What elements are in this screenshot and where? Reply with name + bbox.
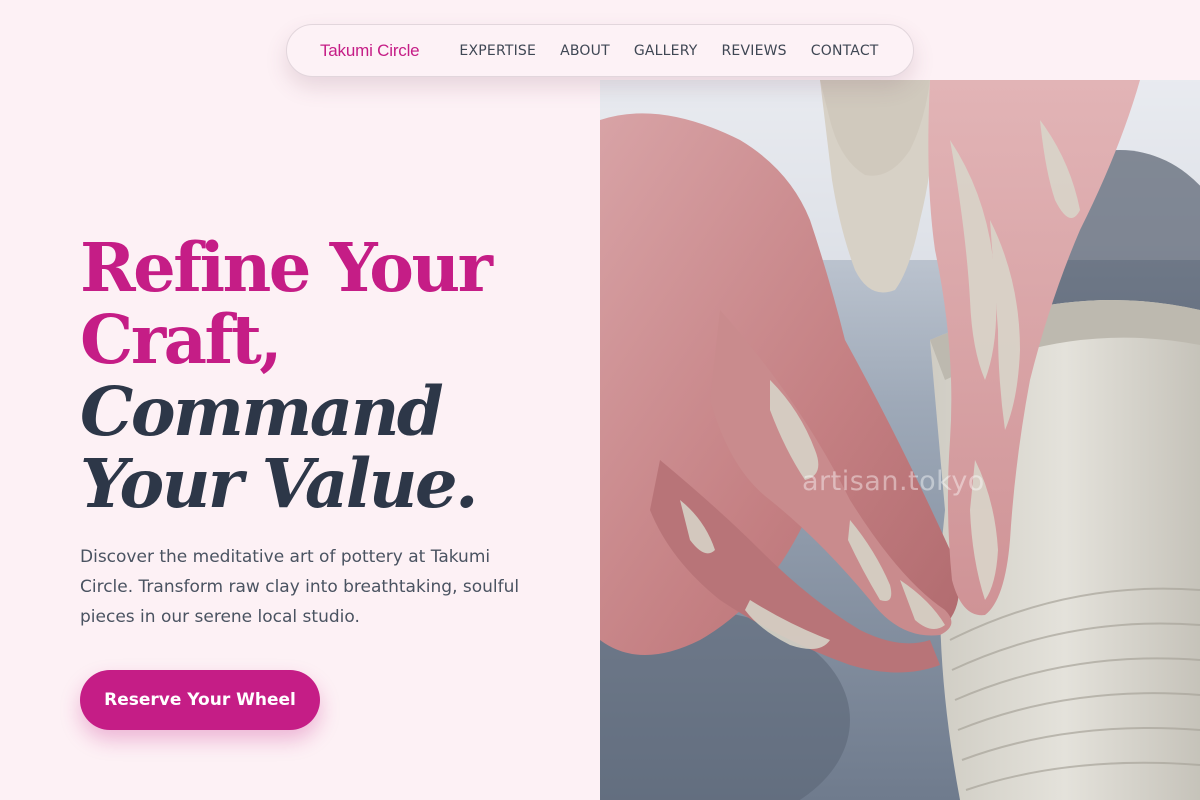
nav-link-expertise[interactable]: EXPERTISE [459, 43, 536, 59]
hero-description: Discover the meditative art of pottery a… [80, 547, 520, 627]
top-navigation: Takumi Circle EXPERTISE ABOUT GALLERY RE… [286, 24, 914, 77]
nav-link-gallery[interactable]: GALLERY [634, 43, 698, 59]
reserve-wheel-button[interactable]: Reserve Your Wheel [80, 670, 320, 730]
hero-text: Refine Your Craft, Command Your Value. D… [80, 232, 560, 632]
page: Takumi Circle EXPERTISE ABOUT GALLERY RE… [0, 0, 1200, 800]
headline-line-2: Craft, [80, 300, 283, 379]
headline-line-4: Your Value. [80, 444, 478, 523]
nav-link-about[interactable]: ABOUT [560, 43, 610, 59]
headline-line-3: Command [80, 372, 444, 451]
nav-links: EXPERTISE ABOUT GALLERY REVIEWS CONTACT [459, 43, 902, 59]
nav-link-contact[interactable]: CONTACT [811, 43, 879, 59]
nav-link-reviews[interactable]: REVIEWS [722, 43, 787, 59]
pottery-hands-illustration [600, 80, 1200, 800]
image-watermark: artisan.tokyo [802, 466, 985, 497]
brand-logo-link[interactable]: Takumi Circle [320, 41, 420, 61]
hero-headline: Refine Your Craft, Command Your Value. [80, 232, 560, 520]
headline-line-1: Refine Your [80, 228, 493, 307]
hero-pottery-image: artisan.tokyo [600, 80, 1200, 800]
